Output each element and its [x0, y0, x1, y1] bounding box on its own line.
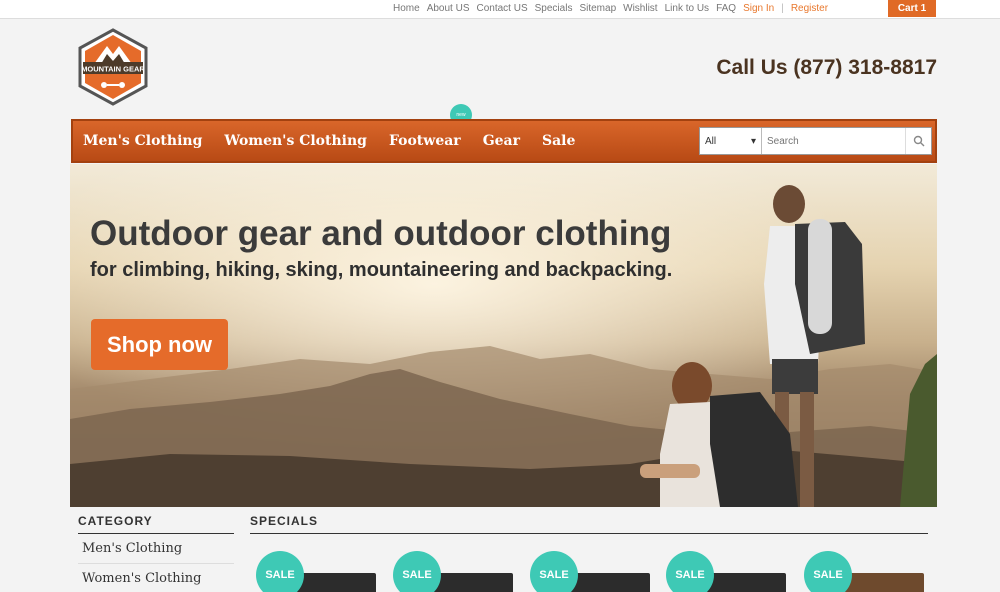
special-product[interactable]: SALE [530, 551, 650, 592]
nav-womens-clothing[interactable]: Women's Clothing [224, 133, 367, 149]
special-product[interactable]: SALE [804, 551, 924, 592]
category-sidebar: CATEGORY Men's Clothing Women's Clothing [78, 514, 234, 592]
top-link-specials[interactable]: Specials [535, 3, 573, 14]
search-category-value: All [705, 135, 717, 147]
top-utility-bar: Home About US Contact US Specials Sitema… [0, 0, 1000, 19]
sign-in-link[interactable]: Sign In [743, 3, 774, 14]
cart-button[interactable]: Cart 1 [888, 0, 936, 17]
search-button[interactable] [905, 128, 931, 154]
search-bar: All ▾ [699, 127, 932, 155]
sale-badge: SALE [256, 551, 304, 592]
top-link-faq[interactable]: FAQ [716, 3, 736, 14]
register-link[interactable]: Register [791, 3, 828, 14]
sale-badge: SALE [804, 551, 852, 592]
phone-number: Call Us (877) 318-8817 [716, 56, 937, 79]
specials-section: SPECIALS SALE SALE SALE SALE SALE [250, 514, 928, 592]
sale-badge: SALE [530, 551, 578, 592]
hero-subtitle: for climbing, hiking, sking, mountaineer… [90, 259, 673, 281]
separator: | [781, 2, 784, 14]
nav-mens-clothing[interactable]: Men's Clothing [83, 133, 202, 149]
shop-now-button[interactable]: Shop now [91, 319, 228, 370]
hero-banner: Outdoor gear and outdoor clothing for cl… [70, 164, 937, 507]
top-link-link-to-us[interactable]: Link to Us [665, 3, 709, 14]
specials-heading: SPECIALS [250, 514, 928, 534]
hero-title: Outdoor gear and outdoor clothing [90, 214, 672, 253]
special-product[interactable]: SALE [393, 551, 513, 592]
site-logo[interactable]: MOUNTAIN GEAR [74, 28, 152, 106]
special-product[interactable]: SALE [256, 551, 376, 592]
caret-down-icon: ▾ [750, 135, 756, 147]
category-item-mens[interactable]: Men's Clothing [78, 534, 234, 564]
svg-text:MOUNTAIN GEAR: MOUNTAIN GEAR [81, 65, 145, 74]
top-link-sitemap[interactable]: Sitemap [579, 3, 616, 14]
category-heading: CATEGORY [78, 514, 234, 534]
nav-sale[interactable]: Sale [542, 133, 575, 149]
search-category-select[interactable]: All ▾ [700, 128, 762, 154]
mountain-logo-icon: MOUNTAIN GEAR [78, 28, 148, 106]
top-link-home[interactable]: Home [393, 3, 420, 14]
search-icon [913, 135, 924, 147]
nav-footwear[interactable]: Footwear [389, 133, 461, 149]
top-link-contact[interactable]: Contact US [477, 3, 528, 14]
special-product[interactable]: SALE [666, 551, 786, 592]
sale-badge: SALE [666, 551, 714, 592]
top-links: Home About US Contact US Specials Sitema… [393, 0, 835, 16]
top-link-about[interactable]: About US [427, 3, 470, 14]
main-nav: Men's Clothing Women's Clothing Footwear… [71, 119, 937, 163]
top-link-wishlist[interactable]: Wishlist [623, 3, 657, 14]
search-input[interactable] [762, 128, 905, 154]
sale-badge: SALE [393, 551, 441, 592]
category-item-womens[interactable]: Women's Clothing [78, 564, 234, 592]
nav-gear[interactable]: Gear [483, 133, 520, 149]
